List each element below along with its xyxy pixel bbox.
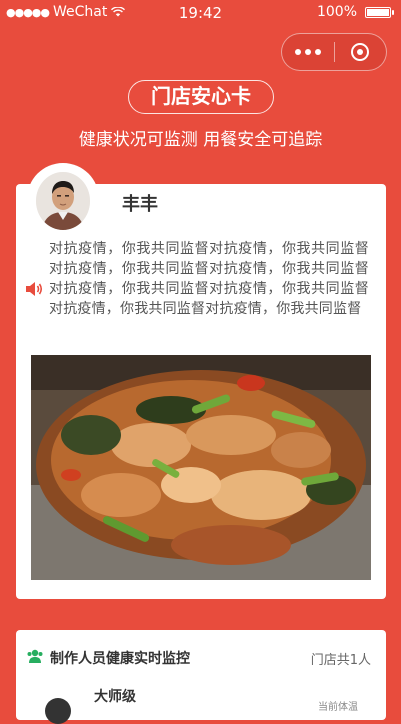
staff-section-title: 制作人员健康实时监控 [50, 651, 190, 667]
profile-name: 丰丰 [122, 194, 158, 215]
battery-icon [365, 6, 394, 18]
person-photo [36, 172, 90, 230]
speaker-icon[interactable] [24, 280, 44, 298]
status-bar-right: 100% [316, 4, 394, 20]
staff-group-icon [27, 649, 43, 663]
current-temp-label: 当前体温 [318, 702, 358, 713]
more-dot-icon [314, 49, 321, 55]
profile-description: 对抗疫情，你我共同监督对抗疫情，你我共同监督对抗疫情，你我共同监督对抗疫情，你我… [49, 241, 369, 317]
more-dot-icon [294, 49, 301, 55]
page-title: 门店安心卡 [128, 80, 274, 114]
close-miniprogram-button[interactable] [334, 34, 386, 70]
more-dot-icon [304, 49, 311, 55]
page-subtitle: 健康状况可监测 用餐安全可追踪 [78, 130, 323, 150]
status-bar: ●●●●● WeChat 19:42 100% [0, 0, 401, 26]
staff-count: 门店共1人 [310, 653, 371, 668]
staff-avatar [45, 698, 71, 724]
more-button[interactable] [282, 34, 334, 70]
food-photo [31, 355, 371, 580]
battery-percent: 100% [316, 4, 357, 20]
dish-image [31, 355, 371, 580]
avatar [36, 172, 90, 230]
close-target-icon [351, 43, 370, 61]
miniprogram-capsule [281, 33, 387, 71]
staff-name: 大师级 [94, 689, 136, 705]
